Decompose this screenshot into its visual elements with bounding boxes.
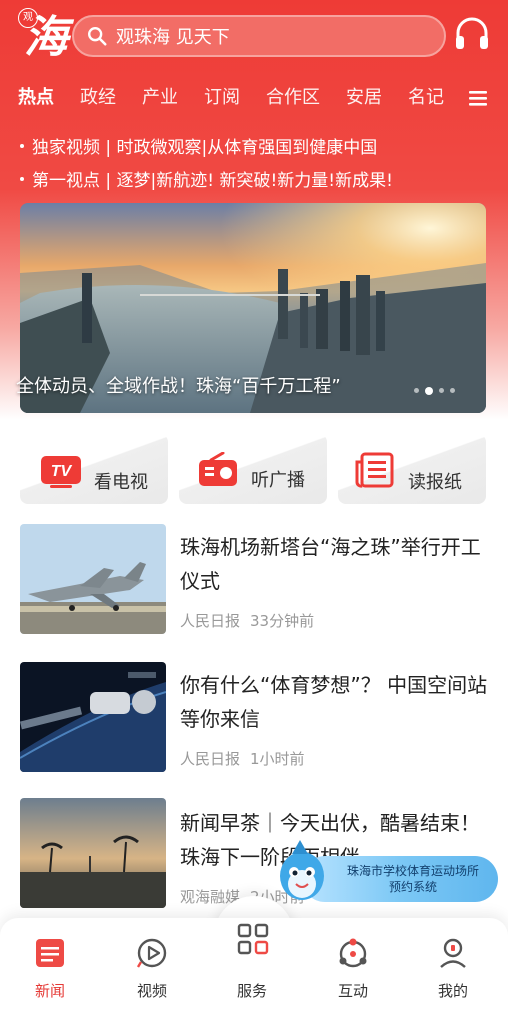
search-icon bbox=[88, 27, 107, 46]
venue-booking-promo[interactable]: 珠海市学校体育运动场所 预约系统 bbox=[302, 856, 498, 902]
carousel-indicator bbox=[414, 387, 461, 395]
bullet bbox=[20, 177, 24, 181]
news-source: 人民日报 bbox=[180, 612, 241, 630]
tv-icon: TV bbox=[41, 456, 81, 488]
interact-icon[interactable] bbox=[336, 936, 370, 970]
tab-hot[interactable]: 热点 bbox=[18, 82, 54, 114]
nav-label-news[interactable]: 新闻 bbox=[20, 980, 80, 1001]
nav-label-service[interactable]: 服务 bbox=[222, 980, 282, 1001]
news-icon[interactable] bbox=[33, 936, 67, 970]
nav-label-interact[interactable]: 互动 bbox=[323, 980, 383, 1001]
radio-icon bbox=[199, 452, 237, 486]
news-title[interactable]: 珠海机场新塔台“海之珠”举行开工仪式 bbox=[180, 530, 490, 598]
bullet bbox=[20, 144, 24, 148]
sunset-palms-image bbox=[20, 798, 166, 908]
tab-housing[interactable]: 安居 bbox=[346, 82, 382, 114]
news-title[interactable]: 你有什么“体育梦想”？ 中国空间站等你来信 bbox=[180, 668, 490, 736]
grid-icon[interactable] bbox=[236, 922, 270, 956]
fighter-jet-image bbox=[20, 524, 166, 634]
news-time: 1小时前 bbox=[250, 750, 305, 768]
quick-link-label: 看电视 bbox=[94, 472, 148, 493]
logo-char: 海 bbox=[24, 12, 68, 63]
ticker-item[interactable]: 独家视频 | 时政微观察|从体育强国到健康中国 bbox=[20, 133, 490, 158]
news-source: 人民日报 bbox=[180, 750, 241, 768]
news-time: 33分钟前 bbox=[250, 612, 315, 630]
ticker-text: 第一视点 | 逐梦|新航迹! 新突破!新力量!新成果! bbox=[32, 171, 393, 191]
tab-industry[interactable]: 产业 bbox=[142, 82, 178, 114]
tv-icon-text: TV bbox=[51, 463, 73, 480]
tab-reporters[interactable]: 名记 bbox=[408, 82, 444, 114]
play-icon[interactable] bbox=[135, 936, 169, 970]
news-thumbnail-sunset[interactable] bbox=[20, 798, 166, 908]
space-station-image bbox=[20, 662, 166, 772]
promo-line: 珠海市学校体育运动场所 bbox=[346, 864, 479, 878]
carousel-dot bbox=[439, 388, 444, 393]
menu-icon[interactable] bbox=[466, 86, 490, 110]
app-logo[interactable]: 观 海 bbox=[18, 8, 68, 63]
tab-politics-economy[interactable]: 政经 bbox=[80, 82, 116, 114]
banner-caption: 全体动员、全域作战！珠海“百千万工程” bbox=[16, 376, 341, 397]
nav-label-video[interactable]: 视频 bbox=[122, 980, 182, 1001]
category-tabs: 热点 政经 产业 订阅 合作区 安居 名记 bbox=[18, 82, 468, 114]
news-meta: 人民日报 33分钟前 bbox=[180, 610, 324, 631]
dolphin-mascot-icon[interactable] bbox=[272, 838, 330, 904]
quick-link-label: 读报纸 bbox=[408, 472, 462, 493]
ticker-item[interactable]: 第一视点 | 逐梦|新航迹! 新突破!新力量!新成果! bbox=[20, 166, 490, 191]
search-placeholder: 观珠海 见天下 bbox=[116, 27, 230, 48]
quick-link-label: 听广播 bbox=[251, 470, 305, 491]
read-newspaper-button[interactable]: 读报纸 bbox=[338, 434, 486, 504]
listen-radio-button[interactable]: 听广播 bbox=[179, 434, 327, 504]
news-thumbnail-jet[interactable] bbox=[20, 524, 166, 634]
user-icon[interactable] bbox=[436, 936, 470, 970]
newspaper-icon bbox=[355, 452, 394, 488]
watch-tv-button[interactable]: TV 看电视 bbox=[20, 434, 168, 504]
carousel-dot bbox=[414, 388, 419, 393]
carousel-dot-active bbox=[425, 387, 433, 395]
tab-cooperation-zone[interactable]: 合作区 bbox=[266, 82, 320, 114]
nav-label-mine[interactable]: 我的 bbox=[423, 980, 483, 1001]
tab-subscribe[interactable]: 订阅 bbox=[204, 82, 240, 114]
carousel-dot bbox=[450, 388, 455, 393]
headphones-icon[interactable] bbox=[452, 14, 492, 54]
search-bar[interactable]: 观珠海 见天下 bbox=[72, 15, 446, 57]
news-thumbnail-space-station[interactable] bbox=[20, 662, 166, 772]
news-meta: 人民日报 1小时前 bbox=[180, 748, 315, 769]
bottom-navigation: 新闻 视频 服务 互动 我的 bbox=[0, 918, 508, 1016]
ticker-text: 独家视频 | 时政微观察|从体育强国到健康中国 bbox=[32, 138, 378, 158]
promo-line: 预约系统 bbox=[388, 880, 437, 894]
